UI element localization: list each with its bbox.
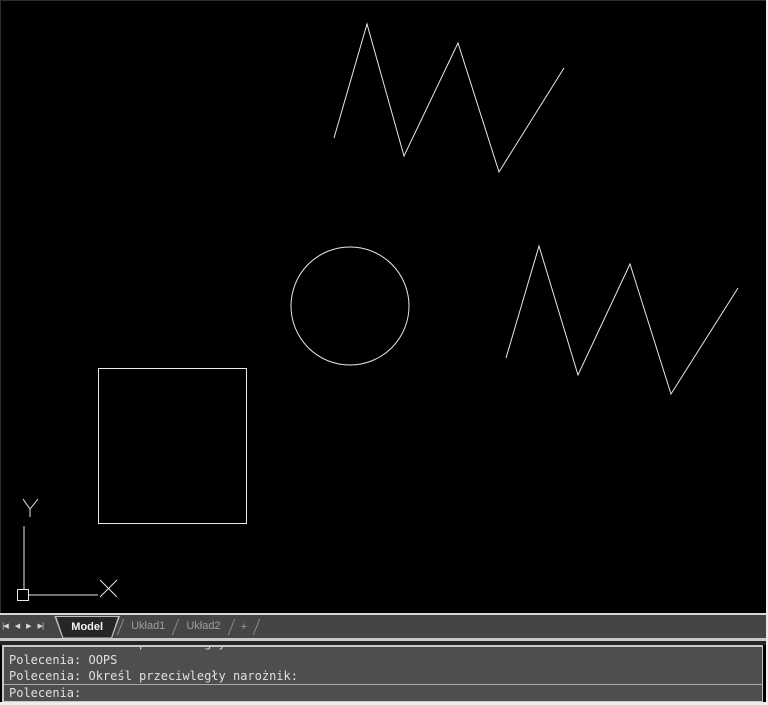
first-tab-icon[interactable]: |◀ xyxy=(2,623,8,630)
ucs-icon-y-arm-right xyxy=(30,499,38,509)
last-tab-icon[interactable]: ▶| xyxy=(38,623,44,630)
tab-uklad1[interactable]: Układ1 xyxy=(121,615,175,638)
tab-navigation: |◀ ◀ ▶ ▶| xyxy=(0,615,52,638)
model-space-canvas[interactable] xyxy=(0,0,768,614)
prev-tab-icon[interactable]: ◀ xyxy=(15,623,19,630)
command-input-line[interactable]: Polecenia: xyxy=(4,685,762,701)
command-window[interactable]: Polecenia: Określ przeciwległy narożnik:… xyxy=(2,645,763,702)
drawing-svg xyxy=(1,1,768,614)
command-history-line: Polecenia: Określ przeciwległy narożnik: xyxy=(9,668,762,684)
ucs-icon-y-arm-left xyxy=(23,499,30,509)
command-history-line: Polecenia: OOPS xyxy=(9,652,762,668)
next-tab-icon[interactable]: ▶ xyxy=(26,623,30,630)
entity-square[interactable] xyxy=(99,369,247,524)
entity-zigzag-top[interactable] xyxy=(334,24,564,172)
ucs-icon-origin-box xyxy=(18,590,29,601)
layout-tab-bar: |◀ ◀ ▶ ▶| Model Układ1 Układ2 + xyxy=(0,615,768,638)
command-history[interactable]: Polecenia: Określ przeciwległy narożnik:… xyxy=(4,647,762,684)
tab-model-label: Model xyxy=(55,617,119,638)
tab-model[interactable]: Model xyxy=(54,616,120,638)
tab-uklad2[interactable]: Układ2 xyxy=(176,615,230,638)
application-window: |◀ ◀ ▶ ▶| Model Układ1 Układ2 + Poleceni… xyxy=(0,0,768,705)
command-prompt: Polecenia: xyxy=(9,686,81,700)
entity-zigzag-right[interactable] xyxy=(506,246,738,394)
entity-circle[interactable] xyxy=(291,247,409,365)
